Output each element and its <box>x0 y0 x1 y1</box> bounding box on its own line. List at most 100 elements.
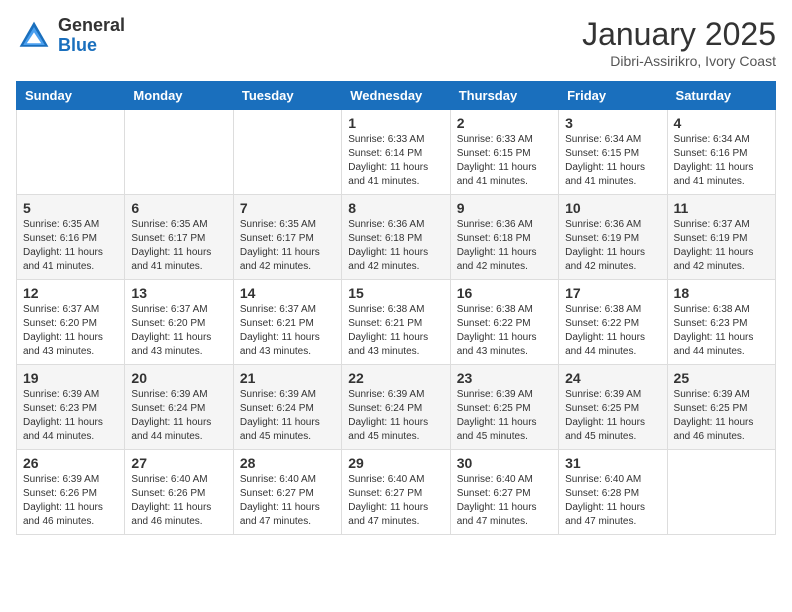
calendar-cell: 20Sunrise: 6:39 AM Sunset: 6:24 PM Dayli… <box>125 365 233 450</box>
logo: General Blue <box>16 16 125 56</box>
day-number: 22 <box>348 370 443 386</box>
day-info: Sunrise: 6:39 AM Sunset: 6:24 PM Dayligh… <box>348 388 443 444</box>
day-number: 21 <box>240 370 335 386</box>
calendar-cell: 28 Sunrise: 6:40 AM Sunset: 6:27 PM Dayli… <box>233 450 341 535</box>
day-info: Sunrise: 6:36 AM Sunset: 6:18 PM Dayligh… <box>457 218 552 274</box>
day-info: Sunrise: 6:35 AM Sunset: 6:17 PM Dayligh… <box>240 218 335 274</box>
calendar-cell: 24 Sunrise: 6:39 AM Sunset: 6:25 PM Dayli… <box>559 365 667 450</box>
calendar-header-row: SundayMondayTuesdayWednesdayThursdayFrid… <box>17 82 776 110</box>
calendar-cell: 22 Sunrise: 6:39 AM Sunset: 6:24 PM Dayli… <box>342 365 450 450</box>
day-number: 7 <box>240 200 335 216</box>
page-header: General Blue January 2025 Dibri-Assirikr… <box>16 16 776 69</box>
day-info: Sunrise: 6:34 AM Sunset: 6:15 PM Dayligh… <box>565 133 660 189</box>
calendar-cell: 19 Sunrise: 6:39 AM Sunset: 6:23 PM Dayli… <box>17 365 125 450</box>
day-number: 9 <box>457 200 552 216</box>
day-info: Sunrise: 6:38 AM Sunset: 6:22 PM Dayligh… <box>457 303 552 359</box>
day-number: 16 <box>457 285 552 301</box>
day-info: Sunrise: 6:37 AM Sunset: 6:21 PM Dayligh… <box>240 303 335 359</box>
day-info: Sunrise: 6:33 AM Sunset: 6:14 PM Dayligh… <box>348 133 443 189</box>
day-info: Sunrise: 6:36 AM Sunset: 6:18 PM Dayligh… <box>348 218 443 274</box>
day-info: Sunrise: 6:35 AM Sunset: 6:17 PM Dayligh… <box>131 218 226 274</box>
day-info: Sunrise: 6:39 AM Sunset: 6:26 PM Dayligh… <box>23 473 118 529</box>
calendar-cell: 7 Sunrise: 6:35 AM Sunset: 6:17 PM Daylig… <box>233 195 341 280</box>
day-info: Sunrise: 6:38 AM Sunset: 6:22 PM Dayligh… <box>565 303 660 359</box>
day-info: Sunrise: 6:37 AM Sunset: 6:20 PM Dayligh… <box>23 303 118 359</box>
calendar-cell: 27 Sunrise: 6:40 AM Sunset: 6:26 PM Dayli… <box>125 450 233 535</box>
day-info: Sunrise: 6:39 AM Sunset: 6:24 PM Dayligh… <box>131 388 226 444</box>
day-number: 1 <box>348 115 443 131</box>
day-number: 10 <box>565 200 660 216</box>
location-title: Dibri-Assirikro, Ivory Coast <box>582 53 776 69</box>
day-info: Sunrise: 6:33 AM Sunset: 6:15 PM Dayligh… <box>457 133 552 189</box>
day-number: 14 <box>240 285 335 301</box>
col-header-wednesday: Wednesday <box>342 82 450 110</box>
calendar-cell: 16 Sunrise: 6:38 AM Sunset: 6:22 PM Dayli… <box>450 280 558 365</box>
day-number: 30 <box>457 455 552 471</box>
calendar-cell: 4 Sunrise: 6:34 AM Sunset: 6:16 PM Daylig… <box>667 110 775 195</box>
col-header-friday: Friday <box>559 82 667 110</box>
col-header-monday: Monday <box>125 82 233 110</box>
day-info: Sunrise: 6:39 AM Sunset: 6:24 PM Dayligh… <box>240 388 335 444</box>
day-number: 28 <box>240 455 335 471</box>
day-number: 2 <box>457 115 552 131</box>
calendar-week-row: 1 Sunrise: 6:33 AM Sunset: 6:14 PM Daylig… <box>17 110 776 195</box>
day-number: 18 <box>674 285 769 301</box>
day-number: 4 <box>674 115 769 131</box>
calendar-week-row: 5Sunrise: 6:35 AM Sunset: 6:16 PM Daylig… <box>17 195 776 280</box>
day-number: 17 <box>565 285 660 301</box>
day-number: 23 <box>457 370 552 386</box>
calendar-cell: 25 Sunrise: 6:39 AM Sunset: 6:25 PM Dayli… <box>667 365 775 450</box>
calendar-cell: 12 Sunrise: 6:37 AM Sunset: 6:20 PM Dayli… <box>17 280 125 365</box>
day-number: 5 <box>23 200 118 216</box>
col-header-thursday: Thursday <box>450 82 558 110</box>
day-info: Sunrise: 6:34 AM Sunset: 6:16 PM Dayligh… <box>674 133 769 189</box>
day-info: Sunrise: 6:40 AM Sunset: 6:26 PM Dayligh… <box>131 473 226 529</box>
day-number: 11 <box>674 200 769 216</box>
calendar-cell <box>667 450 775 535</box>
calendar-cell: 6 Sunrise: 6:35 AM Sunset: 6:17 PM Daylig… <box>125 195 233 280</box>
month-title: January 2025 <box>582 16 776 53</box>
calendar-cell: 3 Sunrise: 6:34 AM Sunset: 6:15 PM Daylig… <box>559 110 667 195</box>
calendar-cell <box>17 110 125 195</box>
day-number: 13 <box>131 285 226 301</box>
day-info: Sunrise: 6:39 AM Sunset: 6:25 PM Dayligh… <box>674 388 769 444</box>
calendar-week-row: 26 Sunrise: 6:39 AM Sunset: 6:26 PM Dayli… <box>17 450 776 535</box>
day-info: Sunrise: 6:40 AM Sunset: 6:28 PM Dayligh… <box>565 473 660 529</box>
calendar-cell: 17 Sunrise: 6:38 AM Sunset: 6:22 PM Dayli… <box>559 280 667 365</box>
calendar-cell: 18 Sunrise: 6:38 AM Sunset: 6:23 PM Dayli… <box>667 280 775 365</box>
day-number: 19 <box>23 370 118 386</box>
col-header-saturday: Saturday <box>667 82 775 110</box>
day-info: Sunrise: 6:37 AM Sunset: 6:20 PM Dayligh… <box>131 303 226 359</box>
calendar-week-row: 12 Sunrise: 6:37 AM Sunset: 6:20 PM Dayli… <box>17 280 776 365</box>
day-info: Sunrise: 6:40 AM Sunset: 6:27 PM Dayligh… <box>240 473 335 529</box>
day-number: 31 <box>565 455 660 471</box>
calendar-cell: 26 Sunrise: 6:39 AM Sunset: 6:26 PM Dayli… <box>17 450 125 535</box>
logo-blue-text: Blue <box>58 36 125 56</box>
calendar-cell: 29Sunrise: 6:40 AM Sunset: 6:27 PM Dayli… <box>342 450 450 535</box>
day-info: Sunrise: 6:38 AM Sunset: 6:23 PM Dayligh… <box>674 303 769 359</box>
day-number: 26 <box>23 455 118 471</box>
day-info: Sunrise: 6:38 AM Sunset: 6:21 PM Dayligh… <box>348 303 443 359</box>
day-info: Sunrise: 6:39 AM Sunset: 6:25 PM Dayligh… <box>565 388 660 444</box>
calendar-week-row: 19 Sunrise: 6:39 AM Sunset: 6:23 PM Dayli… <box>17 365 776 450</box>
day-info: Sunrise: 6:40 AM Sunset: 6:27 PM Dayligh… <box>348 473 443 529</box>
day-number: 27 <box>131 455 226 471</box>
day-number: 3 <box>565 115 660 131</box>
calendar-cell: 8Sunrise: 6:36 AM Sunset: 6:18 PM Daylig… <box>342 195 450 280</box>
calendar-cell: 10Sunrise: 6:36 AM Sunset: 6:19 PM Dayli… <box>559 195 667 280</box>
calendar-cell: 21 Sunrise: 6:39 AM Sunset: 6:24 PM Dayli… <box>233 365 341 450</box>
day-number: 12 <box>23 285 118 301</box>
day-info: Sunrise: 6:37 AM Sunset: 6:19 PM Dayligh… <box>674 218 769 274</box>
calendar-cell: 14 Sunrise: 6:37 AM Sunset: 6:21 PM Dayli… <box>233 280 341 365</box>
day-number: 24 <box>565 370 660 386</box>
day-number: 15 <box>348 285 443 301</box>
day-info: Sunrise: 6:39 AM Sunset: 6:23 PM Dayligh… <box>23 388 118 444</box>
calendar-cell: 5Sunrise: 6:35 AM Sunset: 6:16 PM Daylig… <box>17 195 125 280</box>
calendar-cell: 2 Sunrise: 6:33 AM Sunset: 6:15 PM Daylig… <box>450 110 558 195</box>
calendar-cell <box>125 110 233 195</box>
calendar-cell: 31 Sunrise: 6:40 AM Sunset: 6:28 PM Dayli… <box>559 450 667 535</box>
calendar-cell: 15 Sunrise: 6:38 AM Sunset: 6:21 PM Dayli… <box>342 280 450 365</box>
logo-text: General Blue <box>58 16 125 56</box>
day-number: 6 <box>131 200 226 216</box>
day-number: 25 <box>674 370 769 386</box>
